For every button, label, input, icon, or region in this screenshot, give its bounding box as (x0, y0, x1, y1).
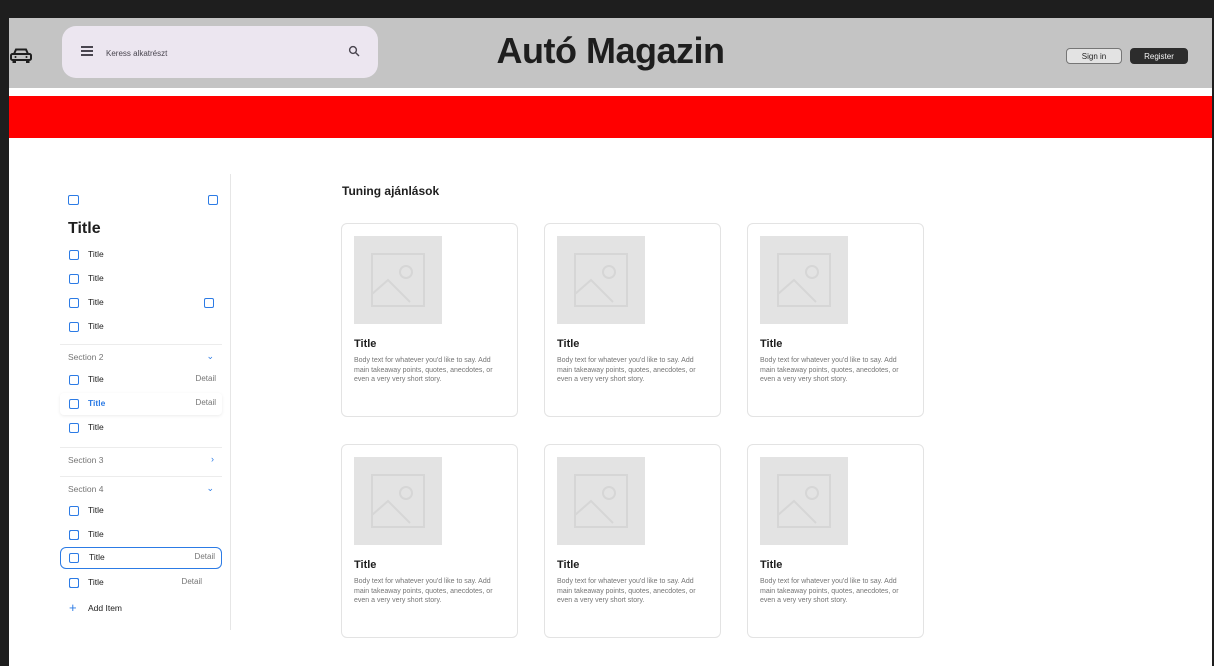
sidebar-item-label: Title (89, 552, 105, 562)
sidebar-item-label: Title (88, 505, 104, 515)
sidebar-item[interactable]: Title (60, 524, 222, 546)
square-icon[interactable] (208, 195, 218, 205)
item-detail: Detail (194, 552, 215, 561)
section-title: Tuning ajánlások (342, 184, 440, 198)
square-icon[interactable] (204, 298, 214, 308)
sidebar-item-label: Title (88, 374, 104, 384)
square-icon (69, 423, 79, 433)
content-card[interactable]: Title Body text for whatever you'd like … (341, 444, 518, 638)
sidebar-item[interactable]: Title Detail (60, 572, 222, 594)
item-detail: Detail (181, 577, 202, 586)
sidebar-item[interactable]: Title (60, 417, 222, 439)
card-body: Body text for whatever you'd like to say… (557, 357, 696, 383)
chevron-down-icon: ⌄ (206, 351, 214, 361)
square-icon (69, 399, 79, 409)
item-detail: Detail (195, 374, 216, 383)
square-icon (69, 322, 79, 332)
square-icon (69, 250, 79, 260)
card-title: Title (354, 559, 377, 571)
section-2-header[interactable]: Section 2 ⌄ (60, 344, 222, 367)
chevron-right-icon: › (211, 454, 214, 464)
card-body: Body text for whatever you'd like to say… (354, 578, 493, 604)
item-detail: Detail (195, 398, 216, 407)
content-card[interactable]: Title Body text for whatever you'd like … (747, 444, 924, 638)
sidebar-item[interactable]: Title (60, 500, 222, 522)
square-icon (69, 506, 79, 516)
content-card[interactable]: Title Body text for whatever you'd like … (341, 223, 518, 417)
chevron-down-icon: ⌄ (206, 483, 214, 493)
square-icon (69, 274, 79, 284)
sidebar-item[interactable]: Title (60, 268, 222, 290)
image-placeholder (760, 236, 848, 324)
sidebar-item[interactable]: Title (60, 292, 222, 314)
card-title: Title (760, 559, 783, 571)
image-placeholder-icon (574, 474, 628, 528)
image-placeholder-icon (777, 474, 831, 528)
sidebar-navigation: Title Title Title Title Title Section 2 … (60, 174, 231, 630)
site-title: Autó Magazin (496, 30, 725, 71)
header-divider (9, 88, 1212, 96)
content-card[interactable]: Title Body text for whatever you'd like … (544, 444, 721, 638)
site-header: Autó Magazin Sign in Register (9, 18, 1212, 88)
card-title: Title (760, 338, 783, 350)
section-4-header[interactable]: Section 4 ⌄ (60, 476, 222, 499)
image-placeholder-icon (574, 253, 628, 307)
sidebar-item-active[interactable]: Title Detail (60, 393, 222, 415)
red-banner (9, 96, 1212, 138)
section-3-header[interactable]: Section 3 › (60, 447, 222, 470)
card-body: Body text for whatever you'd like to say… (760, 578, 899, 604)
card-body: Body text for whatever you'd like to say… (760, 357, 899, 383)
content-card[interactable]: Title Body text for whatever you'd like … (747, 223, 924, 417)
sidebar-item-label: Title (88, 398, 106, 408)
sidebar-item-label: Title (88, 321, 104, 331)
sign-in-button[interactable]: Sign in (1066, 48, 1122, 64)
square-icon[interactable] (69, 530, 79, 540)
sidebar-item-label: Title (88, 297, 104, 307)
sidebar-item-label: Title (88, 577, 104, 587)
add-item-label: Add Item (88, 603, 123, 613)
image-placeholder (557, 236, 645, 324)
card-title: Title (354, 338, 377, 350)
register-button[interactable]: Register (1130, 48, 1188, 64)
window-frame-top (0, 0, 1214, 18)
image-placeholder-icon (777, 253, 831, 307)
image-placeholder (557, 457, 645, 545)
sidebar-item-label: Title (88, 273, 104, 283)
sidebar-item-label: Title (88, 249, 104, 259)
square-icon (69, 298, 79, 308)
image-placeholder-icon (371, 474, 425, 528)
square-icon (69, 375, 79, 385)
section-label: Section 2 (68, 352, 104, 362)
add-item-button[interactable]: + Add Item (60, 598, 222, 620)
image-placeholder (354, 236, 442, 324)
content-card[interactable]: Title Body text for whatever you'd like … (544, 223, 721, 417)
card-title: Title (557, 559, 580, 571)
sidebar-item[interactable]: Title (60, 244, 222, 266)
sidebar-item-selected[interactable]: Title Detail (60, 547, 222, 569)
sidebar-item[interactable]: Title Detail (60, 369, 222, 391)
sidebar-item[interactable]: Title (60, 316, 222, 338)
square-icon[interactable] (68, 195, 79, 205)
square-icon (69, 553, 79, 563)
window-frame-left (0, 0, 9, 666)
sidebar-item-label: Title (88, 529, 104, 539)
section-label: Section 4 (68, 484, 104, 494)
section-label: Section 3 (68, 455, 104, 465)
plus-icon: + (69, 600, 77, 615)
card-body: Body text for whatever you'd like to say… (557, 578, 696, 604)
card-title: Title (557, 338, 580, 350)
square-icon[interactable] (69, 578, 79, 588)
sidebar-title: Title (68, 220, 101, 237)
image-placeholder-icon (371, 253, 425, 307)
card-body: Body text for whatever you'd like to say… (354, 357, 493, 383)
image-placeholder (354, 457, 442, 545)
image-placeholder (760, 457, 848, 545)
sidebar-item-label: Title (88, 422, 104, 432)
